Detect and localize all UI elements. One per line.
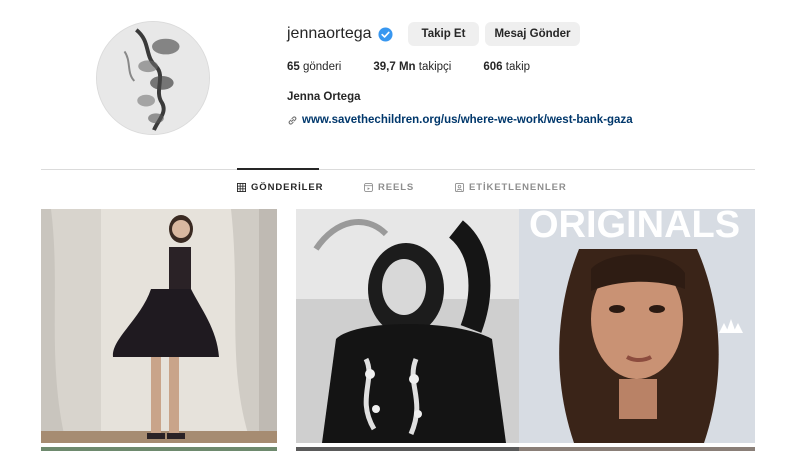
profile-avatar[interactable] (96, 21, 210, 135)
following-count: 606 (483, 61, 503, 73)
tab-reels-label: REELS (378, 182, 415, 193)
follow-button[interactable]: Takip Et (408, 22, 479, 46)
message-button[interactable]: Mesaj Gönder (485, 22, 580, 46)
tab-reels[interactable]: REELS (364, 182, 414, 193)
followers-label: takipçi (418, 61, 452, 73)
post-4-preview[interactable] (41, 447, 277, 451)
tab-posts[interactable]: GÖNDERİLER (237, 182, 323, 193)
post-3-image: ORIGINALS (519, 209, 755, 443)
profile-full-name: Jenna Ortega (287, 91, 361, 103)
verified-badge-icon (377, 26, 393, 42)
link-icon (288, 115, 297, 125)
username-row: jennaortega (287, 22, 393, 46)
post-6-preview[interactable] (519, 447, 755, 451)
profile-stats: 65 gönderi 39,7 Mn takipçi 606 takip (287, 61, 562, 73)
bio-link[interactable]: www.savethechildren.org/us/where-we-work… (302, 114, 633, 126)
avatar-image (97, 22, 209, 134)
tab-tagged-label: ETİKETLENENLER (469, 182, 567, 193)
post-2-image (296, 209, 532, 443)
tabs-divider (41, 169, 755, 170)
post-1-image (41, 209, 277, 443)
tab-tagged[interactable]: ETİKETLENENLER (455, 182, 567, 193)
profile-username: jennaortega (287, 25, 372, 42)
posts-count: 65 (287, 61, 300, 73)
tab-posts-label: GÖNDERİLER (251, 182, 324, 193)
profile-tabs: GÖNDERİLER REELS ETİKETLENENLER (0, 182, 800, 198)
tagged-icon (455, 183, 464, 192)
following-stat[interactable]: 606 takip (483, 61, 530, 73)
active-tab-indicator (237, 168, 319, 170)
bio-link-row: www.savethechildren.org/us/where-we-work… (287, 114, 633, 126)
grid-icon (237, 183, 246, 192)
post-1[interactable] (41, 209, 277, 443)
followers-count: 39,7 Mn (373, 61, 416, 73)
post-3-overlay-text: ORIGINALS (529, 209, 740, 246)
followers-stat[interactable]: 39,7 Mn takipçi (373, 61, 451, 73)
post-3[interactable]: ORIGINALS (519, 209, 755, 443)
reels-icon (364, 183, 373, 192)
posts-label: gönderi (303, 61, 342, 73)
posts-stat: 65 gönderi (287, 61, 341, 73)
following-label: takip (505, 61, 531, 73)
post-5-preview[interactable] (296, 447, 532, 451)
post-2[interactable] (296, 209, 532, 443)
posts-grid: ORIGINALS (41, 209, 755, 451)
